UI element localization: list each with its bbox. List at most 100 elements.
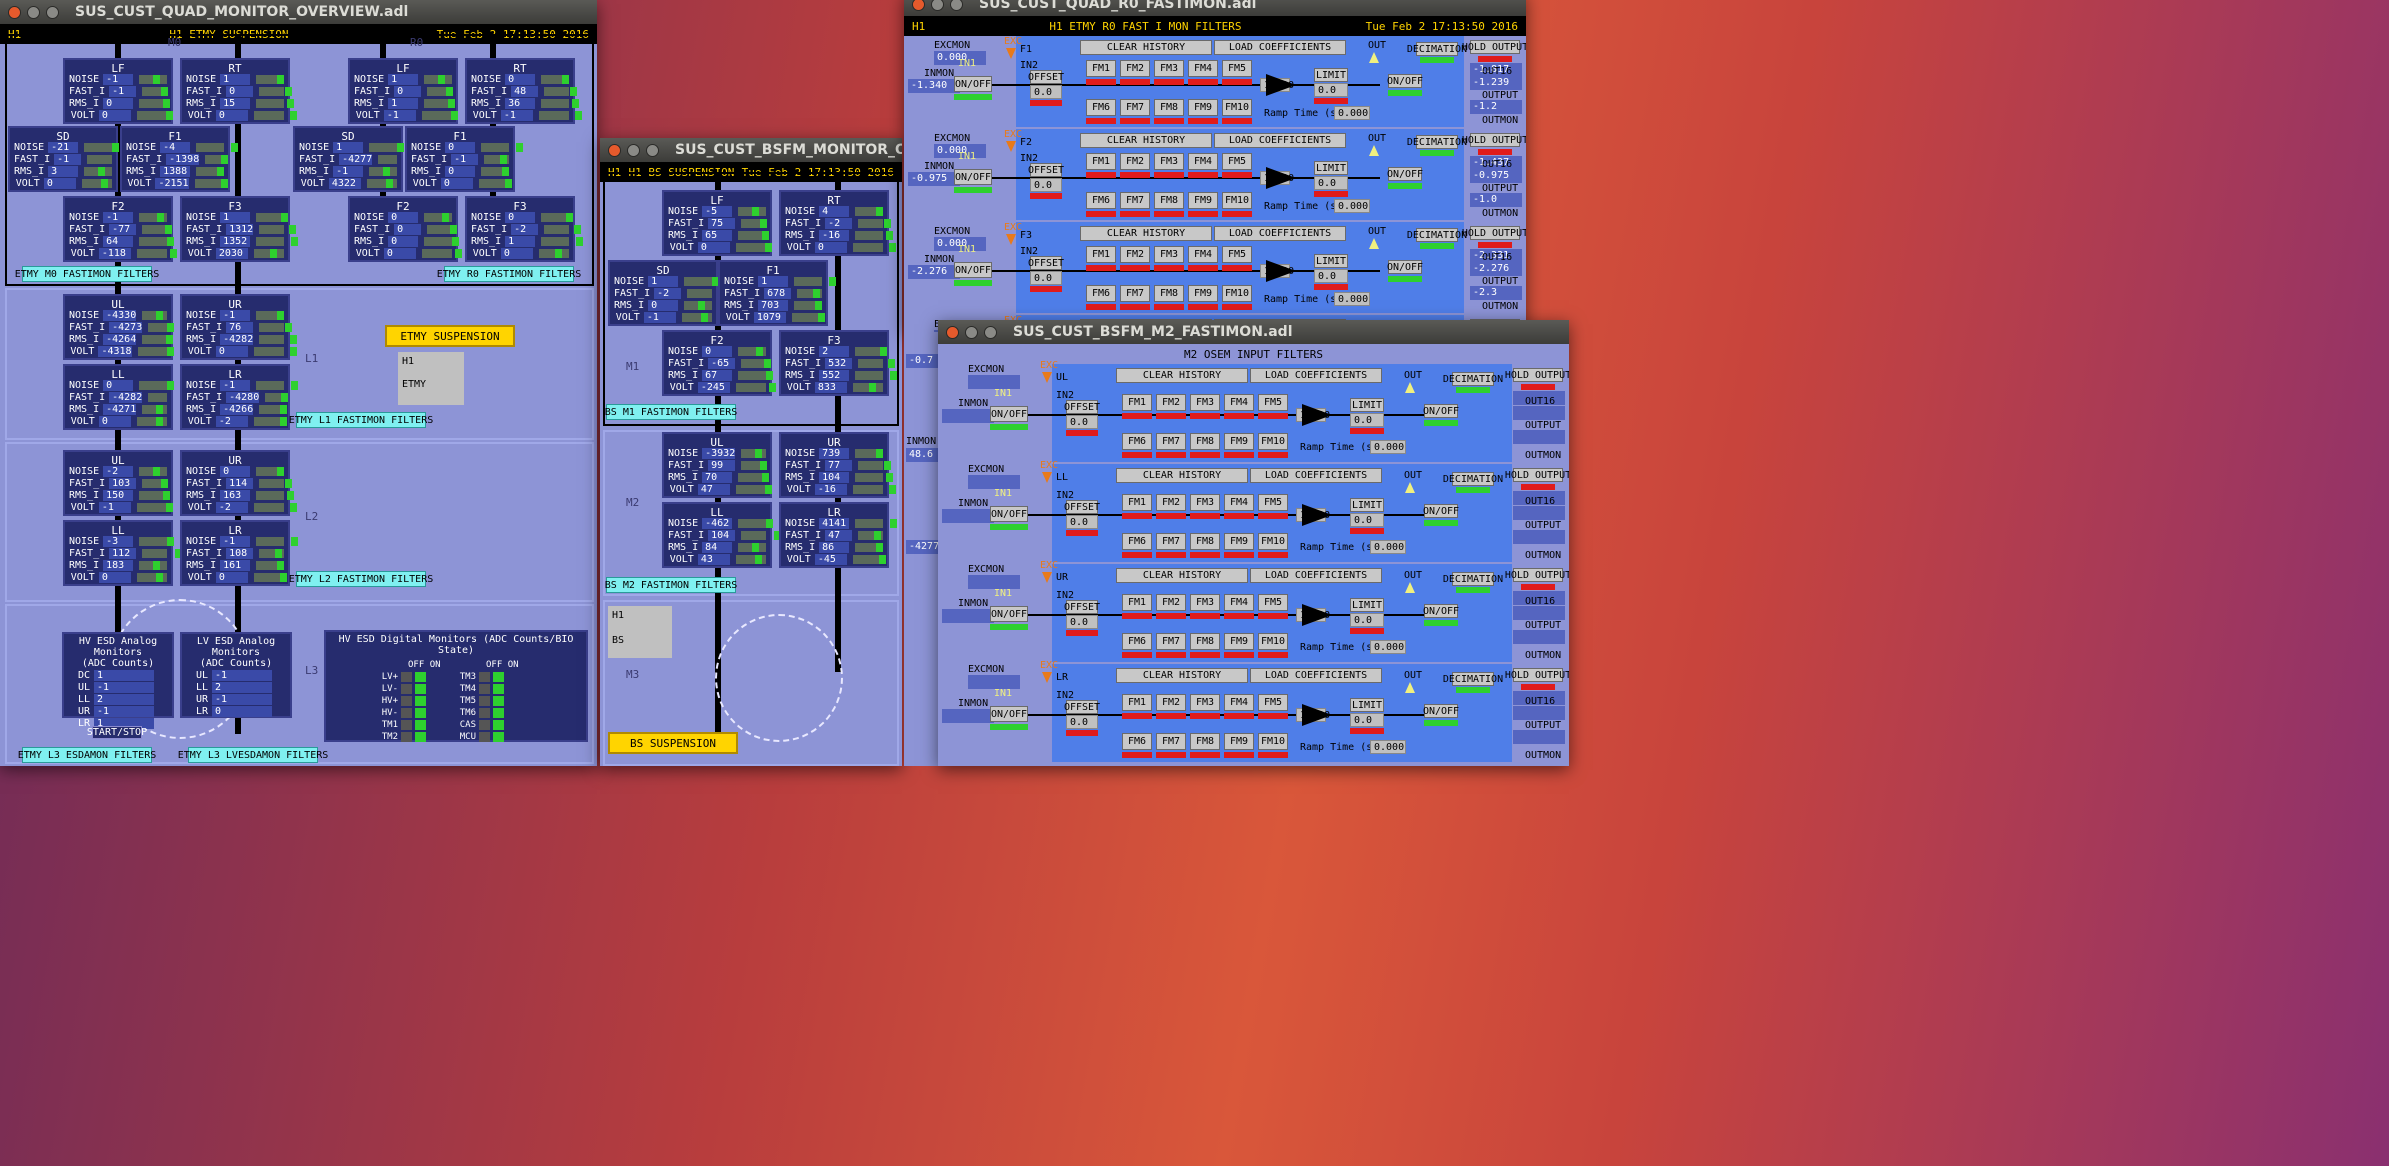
hold-output-button[interactable]: HOLD OUTPUT xyxy=(1505,368,1569,382)
minimize-icon[interactable] xyxy=(965,325,978,339)
hold-output-button[interactable]: HOLD OUTPUT xyxy=(1505,668,1569,682)
limit-button[interactable]: LIMIT xyxy=(1314,68,1348,82)
limit-value[interactable]: 0.0 xyxy=(1350,513,1384,527)
decimation-button[interactable]: DECIMATION xyxy=(1407,42,1467,56)
m1-fastimon-button[interactable]: BS M1 FASTIMON FILTERS xyxy=(605,404,737,420)
output-onoff-button[interactable]: ON/OFF xyxy=(1387,74,1423,88)
filter-module-button[interactable]: FM1 xyxy=(1122,394,1152,411)
filter-module-button[interactable]: FM8 xyxy=(1190,633,1220,650)
filter-module-button[interactable]: FM4 xyxy=(1188,60,1218,77)
filter-module-button[interactable]: FM10 xyxy=(1258,733,1288,750)
ramp-value[interactable]: 0.000 xyxy=(1334,292,1370,306)
hold-output-button[interactable]: HOLD OUTPUT xyxy=(1462,226,1526,240)
filter-module-button[interactable]: FM10 xyxy=(1258,433,1288,450)
l2-fastimon-button[interactable]: ETMY L2 FASTIMON FILTERS xyxy=(289,571,433,587)
filter-module-button[interactable]: FM5 xyxy=(1222,246,1252,263)
filter-module-button[interactable]: FM6 xyxy=(1122,533,1152,550)
limit-button[interactable]: LIMIT xyxy=(1314,161,1348,175)
load-coefficients-button[interactable]: LOAD COEFFICIENTS xyxy=(1250,468,1382,483)
filter-module-button[interactable]: FM10 xyxy=(1258,533,1288,550)
offset-button[interactable]: OFFSET xyxy=(1028,70,1064,84)
m2-fastimon-button[interactable]: BS M2 FASTIMON FILTERS xyxy=(605,577,737,593)
offset-value[interactable]: 0.0 xyxy=(1066,515,1098,529)
filter-module-button[interactable]: FM4 xyxy=(1224,694,1254,711)
filter-module-button[interactable]: FM9 xyxy=(1224,733,1254,750)
title-bar[interactable]: SUS_CUST_QUAD_R0_FASTIMON.adl xyxy=(904,0,1526,16)
limit-button[interactable]: LIMIT xyxy=(1350,598,1384,612)
r0-fastimon-button[interactable]: ETMY R0 FASTIMON FILTERS xyxy=(437,266,581,282)
input-onoff-button[interactable]: ON/OFF xyxy=(954,76,992,92)
filter-module-button[interactable]: FM3 xyxy=(1190,494,1220,511)
ramp-value[interactable]: 0.000 xyxy=(1334,106,1370,120)
minimize-icon[interactable] xyxy=(27,5,40,19)
limit-button[interactable]: LIMIT xyxy=(1350,698,1384,712)
filter-module-button[interactable]: FM6 xyxy=(1086,99,1116,116)
clear-history-button[interactable]: CLEAR HISTORY xyxy=(1116,368,1248,383)
decimation-button[interactable]: DECIMATION xyxy=(1443,672,1503,686)
decimation-button[interactable]: DECIMATION xyxy=(1443,372,1503,386)
limit-value[interactable]: 0.0 xyxy=(1350,613,1384,627)
clear-history-button[interactable]: CLEAR HISTORY xyxy=(1080,226,1212,241)
ramp-value[interactable]: 0.000 xyxy=(1370,640,1406,654)
clear-history-button[interactable]: CLEAR HISTORY xyxy=(1080,133,1212,148)
filter-module-button[interactable]: FM5 xyxy=(1222,60,1252,77)
output-onoff-button[interactable]: ON/OFF xyxy=(1423,604,1459,618)
input-onoff-button[interactable]: ON/OFF xyxy=(990,606,1028,622)
hold-output-button[interactable]: HOLD OUTPUT xyxy=(1505,568,1569,582)
ramp-value[interactable]: 0.000 xyxy=(1370,540,1406,554)
filter-module-button[interactable]: FM9 xyxy=(1188,192,1218,209)
filter-module-button[interactable]: FM3 xyxy=(1154,153,1184,170)
offset-value[interactable]: 0.0 xyxy=(1066,615,1098,629)
load-coefficients-button[interactable]: LOAD COEFFICIENTS xyxy=(1250,368,1382,383)
limit-value[interactable]: 0.0 xyxy=(1314,83,1348,97)
offset-button[interactable]: OFFSET xyxy=(1064,400,1100,414)
filter-module-button[interactable]: FM6 xyxy=(1122,433,1152,450)
load-coefficients-button[interactable]: LOAD COEFFICIENTS xyxy=(1214,40,1346,55)
input-onoff-button[interactable]: ON/OFF xyxy=(990,506,1028,522)
filter-module-button[interactable]: FM5 xyxy=(1258,394,1288,411)
close-icon[interactable] xyxy=(946,325,959,339)
load-coefficients-button[interactable]: LOAD COEFFICIENTS xyxy=(1214,133,1346,148)
limit-value[interactable]: 0.0 xyxy=(1350,413,1384,427)
filter-module-button[interactable]: FM3 xyxy=(1154,60,1184,77)
filter-module-button[interactable]: FM5 xyxy=(1258,694,1288,711)
filter-module-button[interactable]: FM7 xyxy=(1156,533,1186,550)
limit-value[interactable]: 0.0 xyxy=(1350,713,1384,727)
filter-module-button[interactable]: FM1 xyxy=(1086,246,1116,263)
output-onoff-button[interactable]: ON/OFF xyxy=(1423,704,1459,718)
offset-button[interactable]: OFFSET xyxy=(1064,700,1100,714)
filter-module-button[interactable]: FM2 xyxy=(1156,694,1186,711)
filter-module-button[interactable]: FM10 xyxy=(1222,285,1252,302)
minimize-icon[interactable] xyxy=(931,0,944,11)
start-stop-button[interactable]: START/STOP xyxy=(87,726,147,739)
title-bar[interactable]: SUS_CUST_BSFM_MONITOR_OVERVIEW.adl xyxy=(600,138,902,162)
m0-fastimon-button[interactable]: ETMY M0 FASTIMON FILTERS xyxy=(15,266,159,282)
filter-module-button[interactable]: FM3 xyxy=(1154,246,1184,263)
filter-module-button[interactable]: FM4 xyxy=(1188,246,1218,263)
filter-module-button[interactable]: FM7 xyxy=(1156,733,1186,750)
filter-module-button[interactable]: FM10 xyxy=(1222,99,1252,116)
filter-module-button[interactable]: FM6 xyxy=(1086,285,1116,302)
filter-module-button[interactable]: FM2 xyxy=(1120,60,1150,77)
filter-module-button[interactable]: FM8 xyxy=(1154,192,1184,209)
offset-button[interactable]: OFFSET xyxy=(1028,256,1064,270)
filter-module-button[interactable]: FM8 xyxy=(1190,433,1220,450)
offset-value[interactable]: 0.0 xyxy=(1066,715,1098,729)
l3-lvesdamon-button[interactable]: ETMY L3 LVESDAMON FILTERS xyxy=(178,747,328,763)
decimation-button[interactable]: DECIMATION xyxy=(1443,472,1503,486)
load-coefficients-button[interactable]: LOAD COEFFICIENTS xyxy=(1250,568,1382,583)
filter-module-button[interactable]: FM4 xyxy=(1224,394,1254,411)
offset-value[interactable]: 0.0 xyxy=(1066,415,1098,429)
clear-history-button[interactable]: CLEAR HISTORY xyxy=(1116,468,1248,483)
filter-module-button[interactable]: FM5 xyxy=(1258,494,1288,511)
minimize-icon[interactable] xyxy=(627,143,640,157)
decimation-button[interactable]: DECIMATION xyxy=(1443,572,1503,586)
hold-output-button[interactable]: HOLD OUTPUT xyxy=(1462,40,1526,54)
filter-module-button[interactable]: FM8 xyxy=(1190,533,1220,550)
ramp-value[interactable]: 0.000 xyxy=(1370,440,1406,454)
filter-module-button[interactable]: FM2 xyxy=(1156,494,1186,511)
ramp-value[interactable]: 0.000 xyxy=(1370,740,1406,754)
filter-module-button[interactable]: FM1 xyxy=(1086,60,1116,77)
suspension-button[interactable]: ETMY SUSPENSION xyxy=(385,325,515,347)
input-onoff-button[interactable]: ON/OFF xyxy=(990,406,1028,422)
